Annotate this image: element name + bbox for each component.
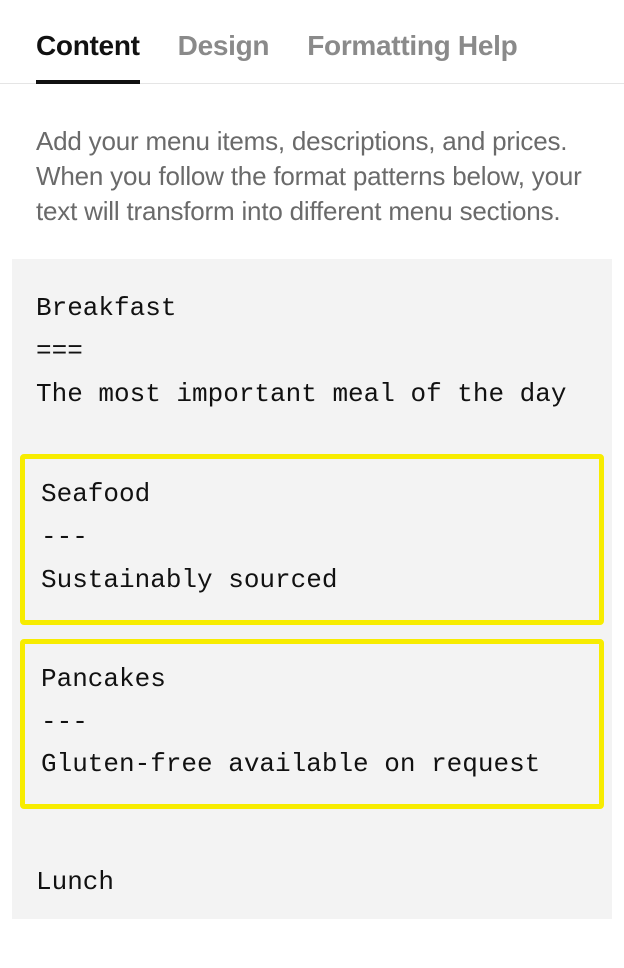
menu-section-lunch-partial: Lunch xyxy=(12,823,612,904)
menu-section-breakfast: Breakfast === The most important meal of… xyxy=(12,287,612,416)
tab-formatting-help[interactable]: Formatting Help xyxy=(307,30,517,83)
tab-design[interactable]: Design xyxy=(178,30,270,83)
instructions-text: Add your menu items, descriptions, and p… xyxy=(0,84,624,259)
menu-section-pancakes-highlighted: Pancakes --- Gluten-free available on re… xyxy=(20,639,604,810)
menu-editor[interactable]: Breakfast === The most important meal of… xyxy=(12,259,612,919)
tab-content[interactable]: Content xyxy=(36,30,140,84)
tabs-bar: Content Design Formatting Help xyxy=(0,0,624,84)
menu-section-seafood-highlighted: Seafood --- Sustainably sourced xyxy=(20,454,604,625)
